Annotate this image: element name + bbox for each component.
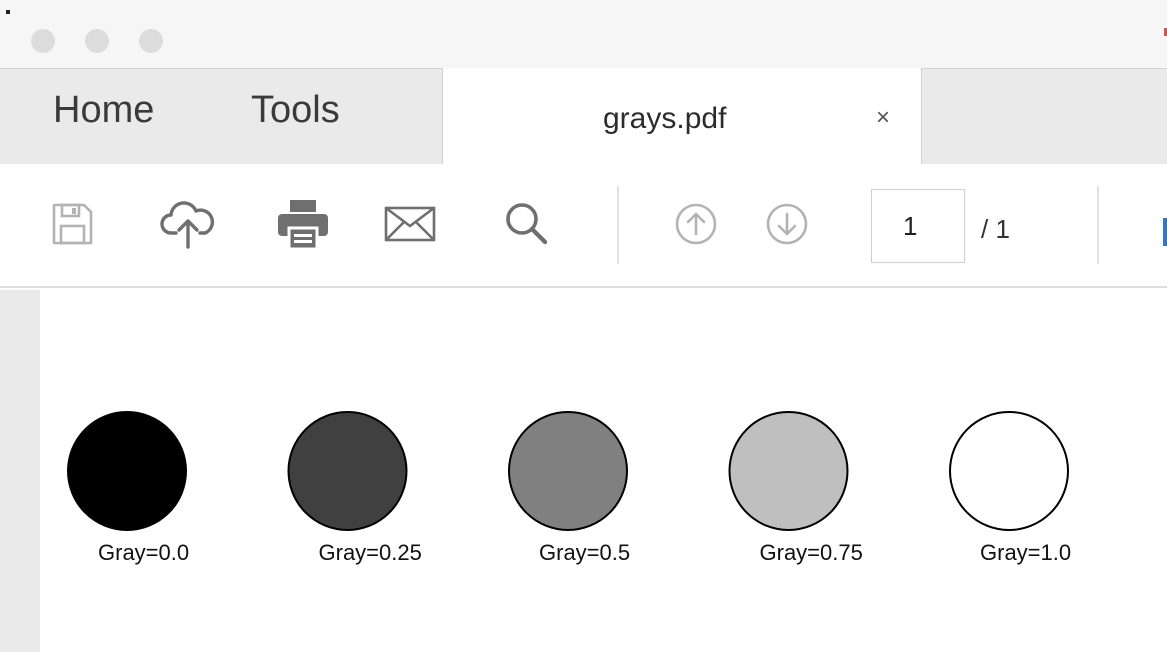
cloud-upload-icon [160,201,215,249]
search-icon [506,203,548,245]
window-zoom-button[interactable] [139,29,163,53]
toolbar-separator [617,186,619,264]
accent-tool-edge[interactable] [1163,218,1167,246]
next-page-button[interactable] [757,194,817,254]
tab-bar: Home Tools grays.pdf × [0,68,1167,166]
email-button[interactable] [380,194,440,254]
tab-home[interactable]: Home [53,89,154,132]
print-icon [278,200,328,251]
page-number-input[interactable] [871,189,965,263]
window-corner-mark [6,10,10,14]
next-page-icon [766,203,808,245]
window-minimize-button[interactable] [85,29,109,53]
page-total-label: / 1 [981,214,1010,244]
gray-swatch-circle [508,411,628,531]
gray-swatch-circle [949,411,1069,531]
document-tab-title: grays.pdf [603,102,727,135]
email-icon [384,206,436,242]
upload-button[interactable] [158,194,218,254]
previous-page-button[interactable] [666,194,726,254]
gray-swatch-label: Gray=0.0 [98,540,190,565]
gray-swatch-label: Gray=1.0 [980,540,1072,565]
gray-swatch-circle [287,411,408,531]
gray-swatch-label: Gray=0.5 [539,540,631,565]
previous-page-icon [675,203,717,245]
save-icon [52,203,93,245]
tab-tools[interactable]: Tools [251,89,340,132]
title-bar [0,0,1167,68]
gray-swatch-circle [67,411,187,531]
document-viewer[interactable]: Gray=0.0 Gray=0.25 Gray=0.5 Gray=0.75 Gray=1… [0,290,1167,652]
save-button[interactable] [42,194,102,254]
toolbar: / 1 [0,164,1167,288]
window-close-button[interactable] [31,29,55,53]
gray-swatch-label: Gray=0.25 [318,540,422,565]
print-button[interactable] [273,194,333,254]
close-tab-button[interactable]: × [876,104,890,132]
swatch-canvas [67,411,1069,531]
gray-swatch-label: Gray=0.75 [759,540,863,565]
toolbar-separator [1097,186,1099,264]
gray-swatch-circle [728,411,849,531]
tab-document[interactable]: grays.pdf × [442,68,922,166]
search-button[interactable] [497,194,557,254]
